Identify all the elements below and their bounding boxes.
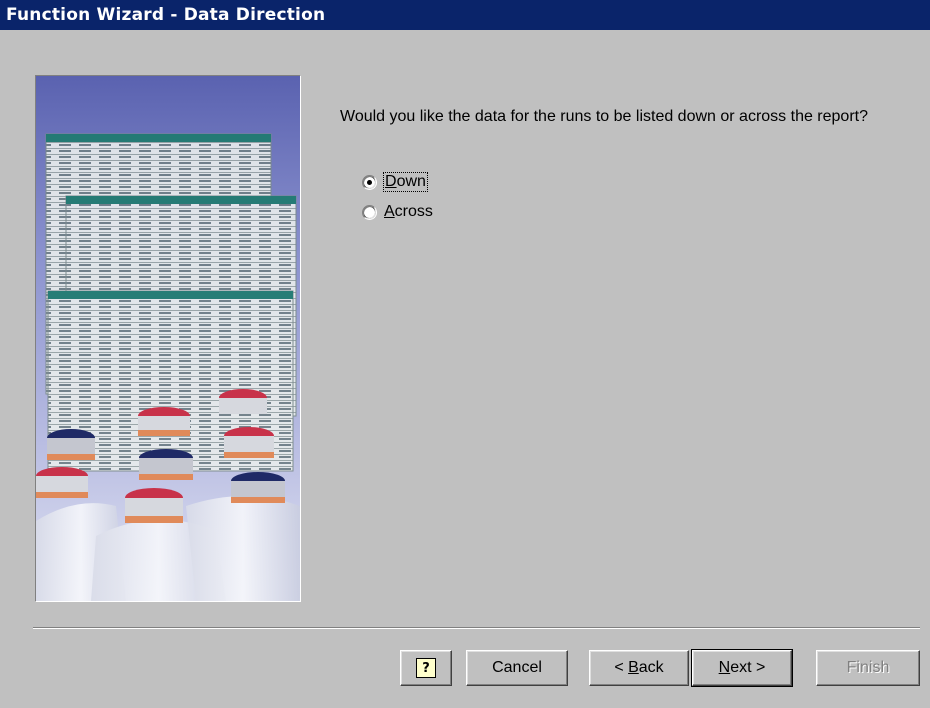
title-bar[interactable]: Function Wizard - Data Direction (0, 0, 930, 44)
button-separator (33, 627, 920, 629)
finish-button[interactable]: Finish (816, 650, 920, 686)
radio-down-button[interactable] (362, 174, 377, 190)
radio-down-label[interactable]: Down (383, 172, 428, 192)
help-icon: ? (416, 658, 436, 678)
radio-down[interactable]: Down (362, 171, 428, 193)
question-text: Would you like the data for the runs to … (340, 108, 868, 125)
wizard-side-image (35, 75, 301, 602)
back-button[interactable]: < Back (589, 650, 689, 686)
lab-vials-spreadsheet-illustration (36, 76, 300, 601)
radio-across-label[interactable]: Across (384, 203, 433, 221)
help-button[interactable]: ? (400, 650, 452, 686)
window-title: Function Wizard - Data Direction (6, 5, 326, 25)
radio-across[interactable]: Across (362, 201, 433, 223)
cancel-button[interactable]: Cancel (466, 650, 568, 686)
radio-across-button[interactable] (362, 204, 377, 220)
next-button[interactable]: Next > (691, 649, 793, 687)
